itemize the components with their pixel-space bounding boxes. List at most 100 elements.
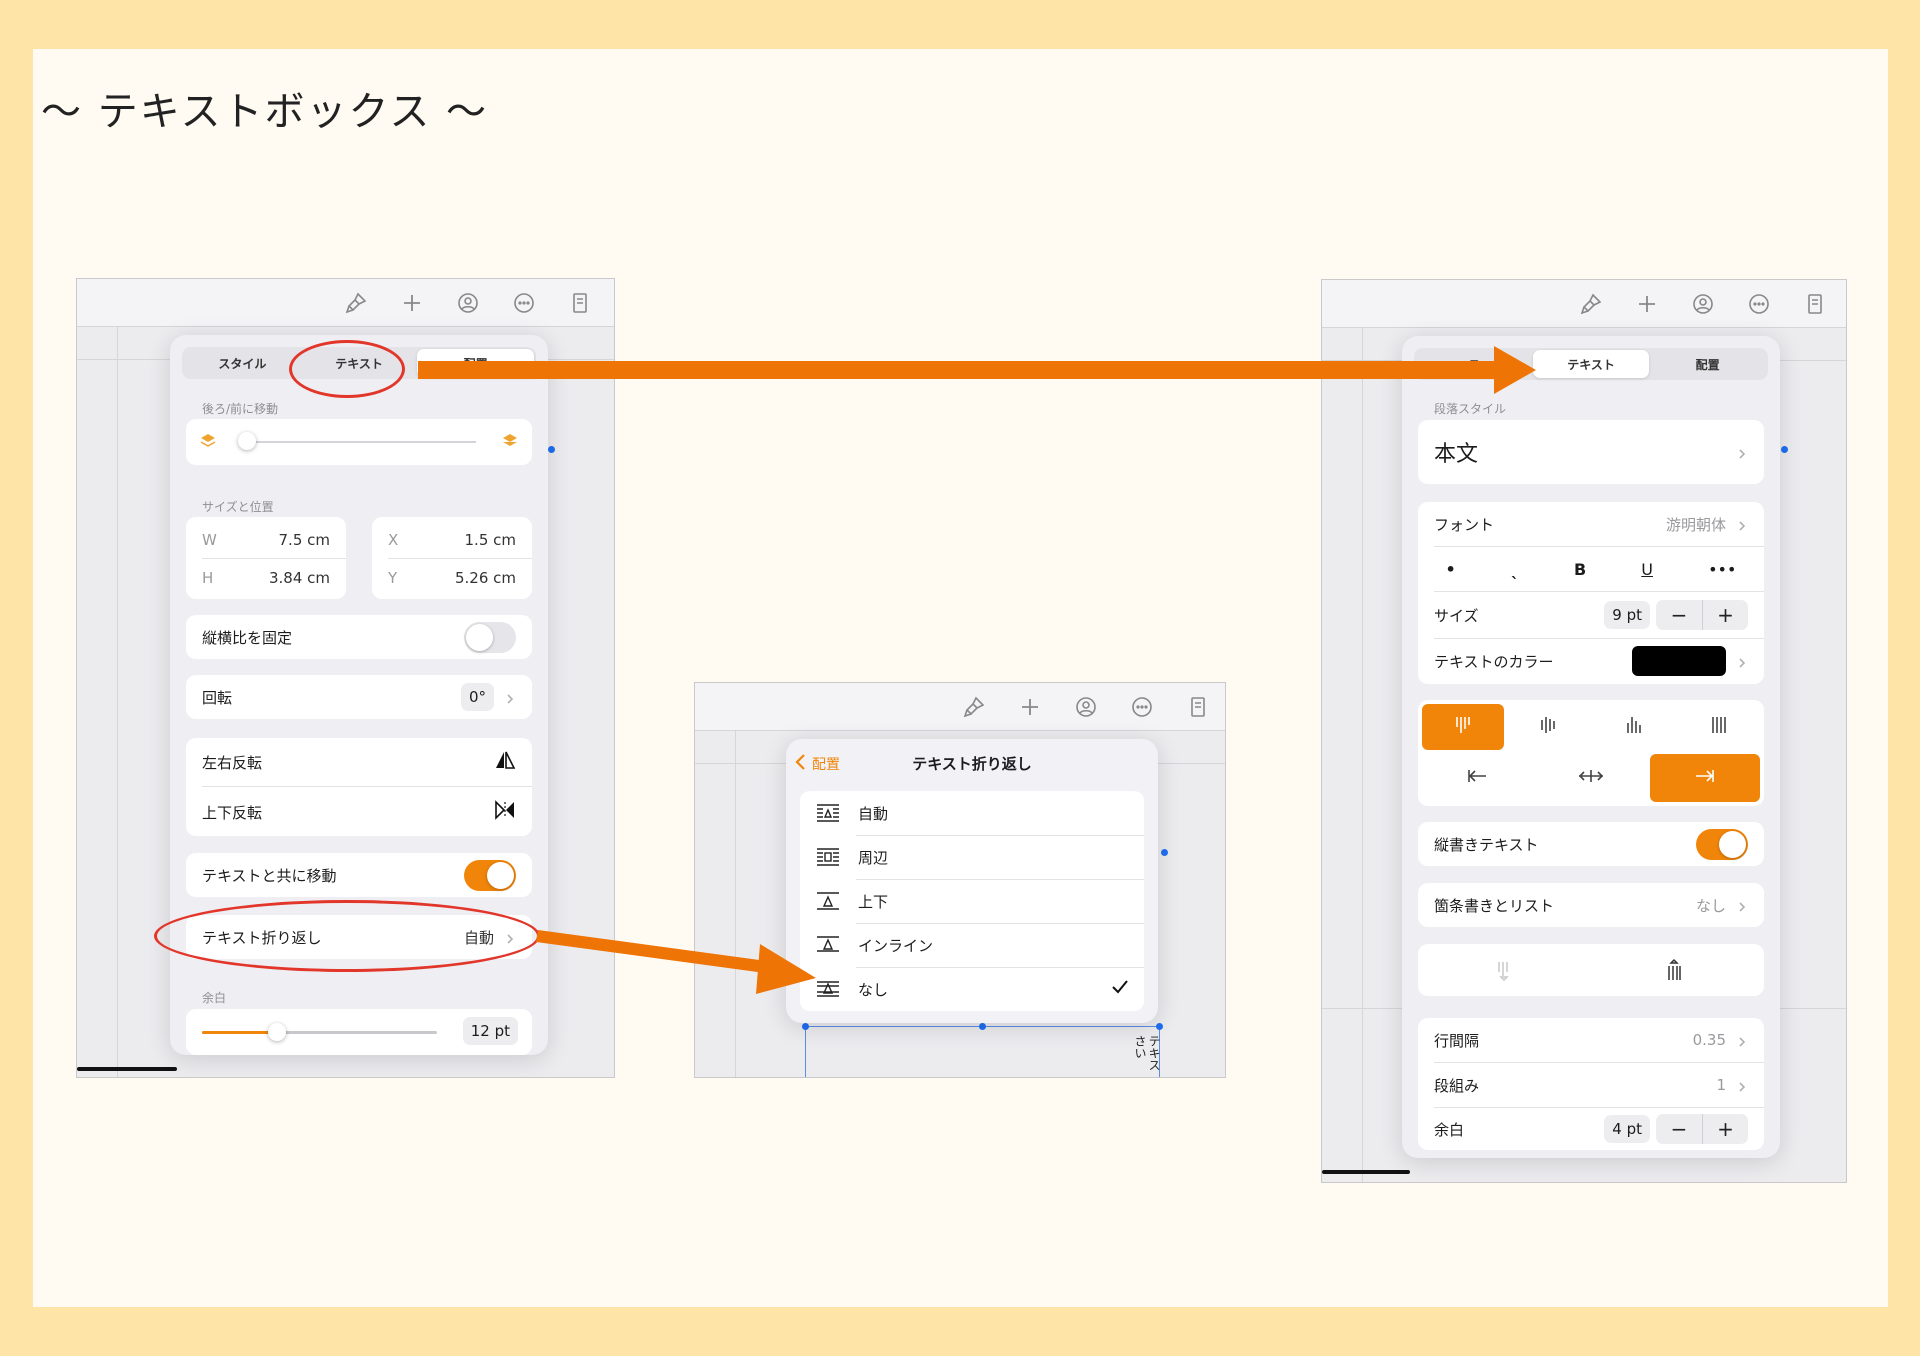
wrap-option-above-below[interactable]: 上下: [800, 879, 1144, 923]
flip-horizontal-row[interactable]: 左右反転: [186, 738, 532, 786]
paintbrush-icon[interactable]: [343, 290, 369, 316]
selection-handle[interactable]: [979, 1023, 986, 1030]
text-wrap-panel: 配置 テキスト折り返し 自動 周辺 上下 インライン なし: [786, 739, 1158, 1023]
wrap-around-icon: [816, 847, 840, 867]
margin-label: 余白: [1434, 1120, 1465, 1139]
align-justify-icon: [1709, 715, 1729, 739]
margin-value[interactable]: 12 pt: [462, 1017, 518, 1045]
align-center-button[interactable]: [1508, 704, 1590, 750]
underline-button[interactable]: U: [1641, 560, 1653, 579]
align-justify-button[interactable]: [1679, 704, 1761, 750]
text-box-selection[interactable]: [805, 1026, 1160, 1077]
paragraph-style-row[interactable]: 本文: [1418, 420, 1764, 484]
layers-front-icon[interactable]: [500, 431, 520, 455]
more-icon[interactable]: [1129, 694, 1155, 720]
lock-aspect-row: 縦横比を固定: [186, 615, 532, 659]
vertical-text-toggle[interactable]: [1696, 828, 1748, 860]
tab-arrange[interactable]: 配置: [1649, 350, 1766, 378]
align-bottom-button[interactable]: [1593, 704, 1675, 750]
collaborate-icon[interactable]: [1690, 291, 1716, 317]
paragraph-style-card[interactable]: 本文: [1418, 420, 1764, 484]
align-top-button[interactable]: [1422, 704, 1504, 750]
chevron-right-icon: [1736, 518, 1748, 531]
x-value[interactable]: 1.5 cm: [465, 531, 516, 549]
more-icon[interactable]: [1746, 291, 1772, 317]
size-value[interactable]: 9 pt: [1604, 601, 1650, 629]
line-spacing-row[interactable]: 行間隔 0.35: [1418, 1018, 1764, 1062]
bullets-row[interactable]: 箇条書きとリスト なし: [1418, 883, 1764, 927]
tab-arrange[interactable]: 配置: [417, 349, 535, 377]
wrap-option-none[interactable]: なし: [800, 967, 1144, 1011]
plus-icon[interactable]: [1017, 694, 1043, 720]
size-increase-button[interactable]: +: [1702, 600, 1748, 630]
tab-style[interactable]: ス: [1416, 350, 1533, 378]
height-row[interactable]: H 3.84 cm: [186, 561, 346, 595]
plus-icon[interactable]: [1634, 291, 1660, 317]
selection-handle[interactable]: [548, 446, 555, 453]
selection-handle[interactable]: [1781, 446, 1788, 453]
collaborate-icon[interactable]: [455, 290, 481, 316]
slide-title: 〜 テキストボックス 〜: [41, 89, 489, 135]
move-slider-knob[interactable]: [238, 432, 256, 450]
margin-value[interactable]: 4 pt: [1604, 1115, 1650, 1143]
align-center-icon: [1538, 715, 1558, 739]
plus-icon[interactable]: [399, 290, 425, 316]
align-middle-button[interactable]: [1536, 754, 1646, 802]
more-icon[interactable]: [511, 290, 537, 316]
width-value[interactable]: 7.5 cm: [279, 531, 330, 549]
align-right-button[interactable]: [1650, 754, 1760, 802]
size-card: W 7.5 cm H 3.84 cm: [186, 517, 346, 599]
selection-handle[interactable]: [1161, 849, 1168, 856]
align-left-button[interactable]: [1422, 754, 1532, 802]
margin-slider-track[interactable]: [202, 1031, 437, 1034]
font-row[interactable]: フォント 游明朝体: [1418, 502, 1764, 546]
move-with-text-toggle[interactable]: [464, 859, 516, 891]
flip-vertical-label: 上下反転: [202, 803, 263, 822]
outdent-icon[interactable]: [1494, 958, 1514, 986]
bullet-format-button[interactable]: •: [1446, 560, 1456, 579]
move-slider-track[interactable]: [246, 441, 476, 443]
line-spacing-label: 行間隔: [1434, 1031, 1480, 1050]
margin-slider-knob[interactable]: [268, 1023, 287, 1041]
margin-increase-button[interactable]: +: [1702, 1114, 1748, 1144]
tab-text[interactable]: テキスト: [1532, 350, 1650, 378]
paintbrush-icon[interactable]: [1578, 291, 1604, 317]
flip-vertical-row[interactable]: 上下反転: [186, 788, 532, 836]
document-icon[interactable]: [1185, 694, 1211, 720]
selection-handle[interactable]: [802, 1023, 809, 1030]
wrap-option-auto[interactable]: 自動: [800, 791, 1144, 835]
size-position-label: サイズと位置: [202, 500, 274, 514]
flip-horizontal-icon[interactable]: [494, 750, 516, 774]
height-value[interactable]: 3.84 cm: [269, 569, 330, 587]
size-decrease-button[interactable]: −: [1656, 600, 1702, 630]
wrap-option-inline[interactable]: インライン: [800, 923, 1144, 967]
more-format-button[interactable]: •••: [1708, 560, 1736, 579]
document-icon[interactable]: [567, 290, 593, 316]
selection-handle[interactable]: [1156, 1023, 1163, 1030]
bold-button[interactable]: B: [1574, 560, 1586, 579]
columns-row[interactable]: 段組み 1: [1418, 1063, 1764, 1107]
text-color-row[interactable]: テキストのカラー: [1418, 639, 1764, 683]
vertical-doc-text: テキス さい: [1133, 1035, 1161, 1071]
width-row[interactable]: W 7.5 cm: [186, 523, 346, 557]
lock-aspect-toggle[interactable]: [464, 621, 516, 653]
x-row[interactable]: X 1.5 cm: [372, 523, 532, 557]
rotate-value[interactable]: 0°: [460, 683, 494, 711]
bullets-card[interactable]: 箇条書きとリスト なし: [1418, 883, 1764, 927]
rotate-row[interactable]: 回転 0°: [186, 675, 532, 719]
wrap-option-around[interactable]: 周辺: [800, 835, 1144, 879]
doc-margin-line: [735, 731, 736, 1077]
margin-decrease-button[interactable]: −: [1656, 1114, 1702, 1144]
document-icon[interactable]: [1802, 291, 1828, 317]
paintbrush-icon[interactable]: [961, 694, 987, 720]
y-value[interactable]: 5.26 cm: [455, 569, 516, 587]
collaborate-icon[interactable]: [1073, 694, 1099, 720]
accent-format-button[interactable]: ˎ: [1511, 560, 1519, 579]
y-row[interactable]: Y 5.26 cm: [372, 561, 532, 595]
flip-vertical-icon[interactable]: [494, 800, 516, 824]
text-color-swatch[interactable]: [1632, 646, 1726, 676]
layers-back-icon[interactable]: [198, 431, 218, 455]
tab-style[interactable]: スタイル: [184, 349, 301, 377]
height-label: H: [202, 569, 214, 587]
indent-icon[interactable]: [1664, 958, 1684, 986]
